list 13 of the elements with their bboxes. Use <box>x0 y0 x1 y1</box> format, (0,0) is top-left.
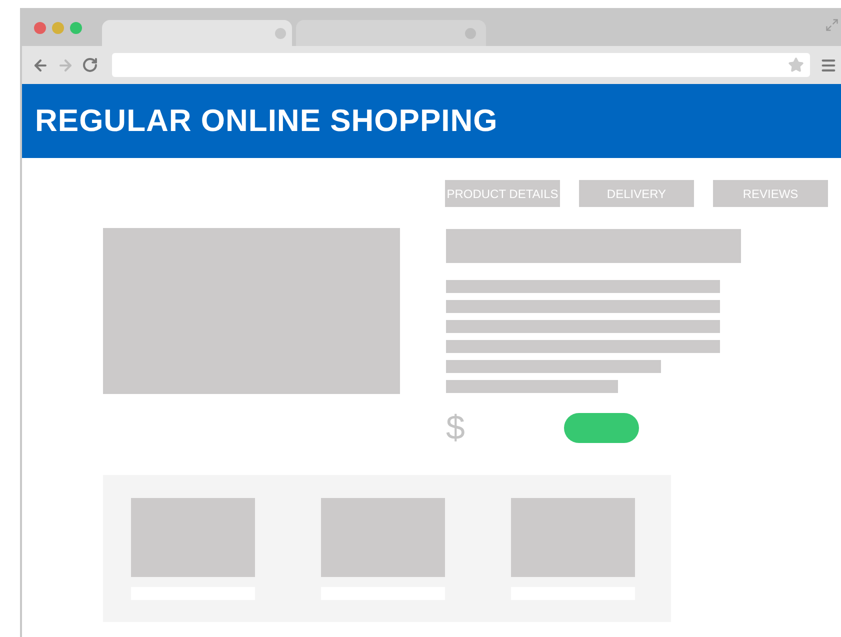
price-symbol: $ <box>446 411 466 445</box>
back-icon[interactable] <box>32 56 49 74</box>
browser-tab[interactable] <box>102 20 292 46</box>
browser-tab[interactable] <box>296 20 486 46</box>
fullscreen-icon[interactable] <box>825 18 839 32</box>
buy-button[interactable] <box>564 413 639 443</box>
reload-icon[interactable] <box>82 57 98 73</box>
forward-icon[interactable] <box>56 56 74 74</box>
tab-close-icon[interactable] <box>275 28 286 38</box>
menu-icon[interactable] <box>820 56 837 74</box>
bookmark-star-icon[interactable] <box>788 57 804 73</box>
address-bar[interactable] <box>112 53 810 77</box>
banner-title: REGULAR ONLINE SHOPPING <box>35 102 498 140</box>
